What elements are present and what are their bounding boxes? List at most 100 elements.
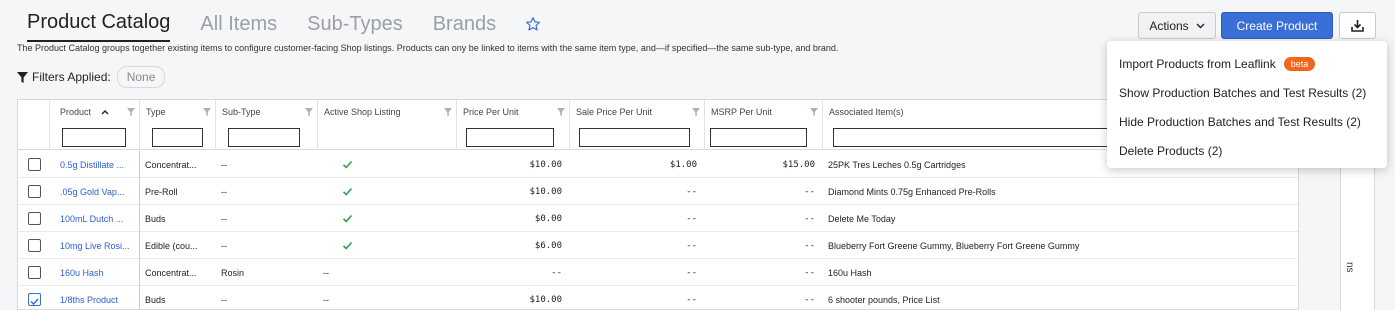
- row-checkbox[interactable]: [28, 239, 41, 252]
- row-checkbox[interactable]: [28, 293, 41, 306]
- filter-icon: [17, 71, 28, 83]
- cell-sale: --: [686, 240, 697, 251]
- beta-badge: beta: [1283, 56, 1316, 71]
- cell-sale: --: [686, 186, 697, 197]
- cell-subtype: --: [221, 213, 227, 224]
- create-product-button[interactable]: Create Product: [1221, 12, 1333, 39]
- table-row[interactable]: 160u Hash Concentrat... Rosin -- -- -- -- 160u …: [18, 259, 1298, 286]
- filter-icon[interactable]: [692, 108, 700, 116]
- cell-active: [318, 232, 457, 259]
- cell-subtype: Rosin: [221, 267, 245, 278]
- cell-assoc: Diamond Mints 0.75g Enhanced Pre-Rolls: [828, 186, 996, 197]
- check-icon: [342, 187, 353, 196]
- cell-product[interactable]: 160u Hash: [50, 259, 140, 286]
- star-icon[interactable]: [525, 16, 541, 32]
- cell-price: $10.00: [529, 159, 562, 170]
- cell-msrp: --: [804, 240, 815, 251]
- header-price-label: Price Per Unit: [463, 107, 519, 117]
- header-msrp[interactable]: MSRP Per Unit: [705, 100, 823, 124]
- menu-item-import-leaflink[interactable]: Import Products from Leaflink beta: [1107, 49, 1387, 78]
- cell-price: $10.00: [529, 294, 562, 305]
- menu-item-delete-products[interactable]: Delete Products (2): [1107, 136, 1387, 165]
- cell-type: Pre-Roll: [145, 186, 178, 197]
- msrp-filter-input[interactable]: [710, 128, 807, 147]
- header-subtype-label: Sub-Type: [222, 107, 261, 117]
- cell-subtype: --: [221, 240, 227, 251]
- row-checkbox[interactable]: [28, 185, 41, 198]
- filter-icon[interactable]: [203, 108, 211, 116]
- checkmark-icon: [30, 298, 39, 306]
- menu-item-show-batches[interactable]: Show Production Batches and Test Results…: [1107, 78, 1387, 107]
- type-filter-input[interactable]: [152, 128, 203, 147]
- cell-msrp: --: [804, 213, 815, 224]
- cell-price: $6.00: [534, 240, 562, 251]
- subtype-filter-input[interactable]: [228, 128, 300, 147]
- header-select-column: [18, 100, 50, 124]
- cell-product[interactable]: 1/8ths Product: [50, 286, 140, 309]
- filter-icon[interactable]: [444, 108, 452, 116]
- cell-assoc: 6 shooter pounds, Price List: [828, 294, 940, 305]
- header-type[interactable]: Type: [140, 100, 216, 124]
- filter-cell-price: [457, 124, 570, 150]
- table-row[interactable]: .05g Gold Vap... Pre-Roll -- $10.00 -- -- Diam…: [18, 178, 1298, 205]
- actions-button[interactable]: Actions: [1138, 12, 1216, 39]
- filter-icon[interactable]: [305, 108, 313, 116]
- check-icon: [342, 241, 353, 250]
- cell-msrp: --: [804, 294, 815, 305]
- cell-active: --: [323, 294, 329, 305]
- header-product-label: Product: [60, 107, 92, 117]
- table-row[interactable]: 1/8ths Product Buds -- -- $10.00 -- -- 6 shoote…: [18, 286, 1298, 309]
- table-row[interactable]: 10mg Live Rosi... Edible (cou... -- $6.00 --…: [18, 232, 1298, 259]
- cell-product[interactable]: 10mg Live Rosi...: [50, 232, 140, 259]
- cell-type: Concentrat...: [145, 267, 197, 278]
- header-sale-price-label: Sale Price Per Unit: [576, 107, 653, 117]
- tab-all-items[interactable]: All Items: [200, 13, 277, 42]
- tab-sub-types[interactable]: Sub-Types: [307, 13, 403, 42]
- sort-asc-icon: [101, 110, 109, 115]
- actions-menu: Import Products from Leaflink beta Show …: [1107, 41, 1387, 168]
- cell-assoc: Blueberry Fort Greene Gummy, Blueberry F…: [828, 240, 1080, 251]
- row-checkbox[interactable]: [28, 266, 41, 279]
- tab-bar: Product Catalog All Items Sub-Types Bran…: [27, 10, 526, 42]
- row-checkbox[interactable]: [28, 212, 41, 225]
- header-subtype[interactable]: Sub-Type: [216, 100, 318, 124]
- header-sale-price[interactable]: Sale Price Per Unit: [570, 100, 705, 124]
- cell-assoc: Delete Me Today: [828, 213, 896, 224]
- filter-icon[interactable]: [127, 108, 135, 116]
- table-row[interactable]: 0.5g Distillate ... Concentrat... -- $10.00…: [18, 151, 1298, 178]
- header-active-listing-label: Active Shop Listing: [324, 107, 401, 117]
- menu-item-hide-batches[interactable]: Hide Production Batches and Test Results…: [1107, 107, 1387, 136]
- table-row[interactable]: 100mL Dutch ... Buds -- $0.00 -- -- Delete Me …: [18, 205, 1298, 232]
- filter-icon[interactable]: [810, 108, 818, 116]
- tab-product-catalog[interactable]: Product Catalog: [27, 11, 171, 42]
- sale-price-filter-input[interactable]: [579, 128, 690, 147]
- download-button[interactable]: [1339, 12, 1376, 39]
- row-checkbox[interactable]: [28, 158, 41, 171]
- menu-item-label: Import Products from Leaflink: [1119, 56, 1276, 71]
- filters-value-pill[interactable]: None: [116, 66, 166, 88]
- cell-sale: $1.00: [669, 159, 697, 170]
- filter-icon[interactable]: [557, 108, 565, 116]
- price-filter-input[interactable]: [466, 128, 554, 147]
- chevron-down-icon: [1196, 23, 1205, 28]
- cell-subtype: --: [221, 186, 227, 197]
- filter-cell-select: [18, 124, 50, 150]
- product-catalog-page: Product Catalog All Items Sub-Types Bran…: [0, 0, 1395, 310]
- filter-cell-type: [140, 124, 216, 150]
- cell-product[interactable]: 0.5g Distillate ...: [50, 151, 140, 178]
- filters-label: Filters Applied:: [32, 70, 111, 84]
- filter-cell-active: [318, 124, 457, 150]
- filter-cell-sale: [570, 124, 705, 150]
- header-product[interactable]: Product: [50, 100, 140, 124]
- tab-brands[interactable]: Brands: [433, 13, 496, 42]
- cell-price: $10.00: [529, 186, 562, 197]
- cell-msrp: $15.00: [782, 159, 815, 170]
- product-filter-input[interactable]: [62, 128, 126, 147]
- table-header: Product Type Sub-Type Active Shop Listin…: [18, 100, 1298, 124]
- cell-active: --: [323, 267, 329, 278]
- check-icon: [342, 160, 353, 169]
- header-active-listing[interactable]: Active Shop Listing: [318, 100, 457, 124]
- cell-product[interactable]: 100mL Dutch ...: [50, 205, 140, 232]
- header-price[interactable]: Price Per Unit: [457, 100, 570, 124]
- cell-product[interactable]: .05g Gold Vap...: [50, 178, 140, 205]
